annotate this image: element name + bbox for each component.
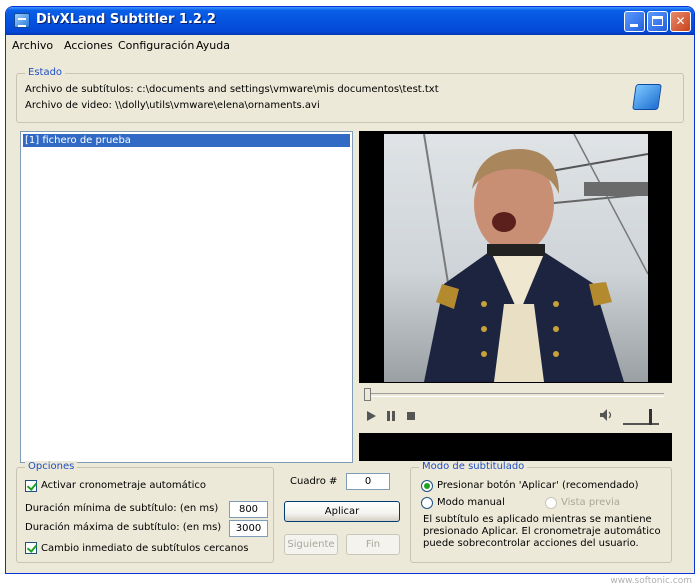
- auto-timing-label: Activar cronometraje automático: [41, 480, 207, 491]
- menu-bar: Archivo Acciones Configuración Ayuda: [6, 35, 694, 55]
- app-window: DivXLand Subtitler 1.2.2 ✕ Archivo Accio…: [5, 6, 695, 574]
- seek-bar[interactable]: [364, 393, 664, 397]
- app-icon: [14, 13, 30, 28]
- subtitle-list[interactable]: [1] fichero de prueba: [20, 131, 353, 463]
- cuadro-label: Cuadro #: [290, 476, 338, 487]
- seek-handle[interactable]: [364, 388, 371, 401]
- volume-track[interactable]: [623, 423, 659, 425]
- estado-legend: Estado: [25, 67, 66, 78]
- mode-description: El subtítulo es aplicado mientras se man…: [423, 514, 661, 549]
- next-button[interactable]: Siguiente: [284, 534, 338, 555]
- menu-ayuda[interactable]: Ayuda: [196, 39, 230, 52]
- modo-group: Modo de subtitulado Presionar botón 'Apl…: [410, 461, 672, 563]
- subtitle-file-path: Archivo de subtítulos: c:\documents and …: [25, 84, 439, 95]
- minimize-icon: [630, 24, 638, 27]
- manual-mode-radio[interactable]: [421, 497, 433, 509]
- stop-icon[interactable]: [407, 412, 415, 420]
- play-icon[interactable]: [367, 411, 376, 421]
- window-title: DivXLand Subtitler 1.2.2: [36, 12, 216, 27]
- watermark: www.softonic.com: [610, 576, 692, 586]
- video-frame: [384, 134, 648, 382]
- film-icon: [632, 84, 662, 110]
- opciones-group: Opciones Activar cronometraje automático…: [16, 461, 274, 563]
- manual-mode-label: Modo manual: [437, 497, 505, 508]
- min-duration-input[interactable]: 800: [229, 501, 268, 518]
- maximize-icon: [652, 16, 663, 26]
- menu-configuracion[interactable]: Configuración: [118, 39, 194, 52]
- media-controls: [359, 383, 672, 433]
- press-apply-radio[interactable]: [421, 480, 433, 492]
- maximize-button[interactable]: [647, 11, 668, 32]
- preview-radio[interactable]: [545, 497, 557, 509]
- cuadro-input[interactable]: 0: [346, 473, 390, 490]
- close-icon: ✕: [675, 14, 686, 28]
- list-item[interactable]: [1] fichero de prueba: [23, 134, 350, 147]
- modo-legend: Modo de subtitulado: [419, 461, 528, 472]
- video-player[interactable]: [359, 131, 672, 461]
- estado-group: Estado Archivo de subtítulos: c:\documen…: [16, 67, 684, 123]
- min-duration-label: Duración mínima de subtítulo: (en ms): [25, 503, 219, 514]
- auto-timing-checkbox[interactable]: [25, 480, 37, 492]
- pause-icon[interactable]: [387, 411, 395, 421]
- apply-button[interactable]: Aplicar: [284, 501, 400, 522]
- press-apply-label: Presionar botón 'Aplicar' (recomendado): [437, 480, 639, 491]
- video-still-image: [423, 134, 648, 382]
- max-duration-label: Duración máxima de subtítulo: (en ms): [25, 522, 222, 533]
- preview-label: Vista previa: [561, 497, 621, 508]
- immediate-change-label: Cambio inmediato de subtítulos cercanos: [41, 543, 249, 554]
- opciones-legend: Opciones: [25, 461, 78, 472]
- speaker-icon[interactable]: [599, 408, 613, 422]
- title-bar[interactable]: DivXLand Subtitler 1.2.2 ✕: [6, 7, 694, 35]
- menu-archivo[interactable]: Archivo: [12, 39, 53, 52]
- close-button[interactable]: ✕: [670, 11, 691, 32]
- minimize-button[interactable]: [624, 11, 645, 32]
- max-duration-input[interactable]: 3000: [229, 520, 268, 537]
- menu-acciones[interactable]: Acciones: [64, 39, 113, 52]
- immediate-change-checkbox[interactable]: [25, 542, 37, 554]
- volume-handle[interactable]: [649, 409, 652, 425]
- end-button[interactable]: Fin: [346, 534, 400, 555]
- video-file-path: Archivo de video: \\dolly\utils\vmware\e…: [25, 100, 320, 111]
